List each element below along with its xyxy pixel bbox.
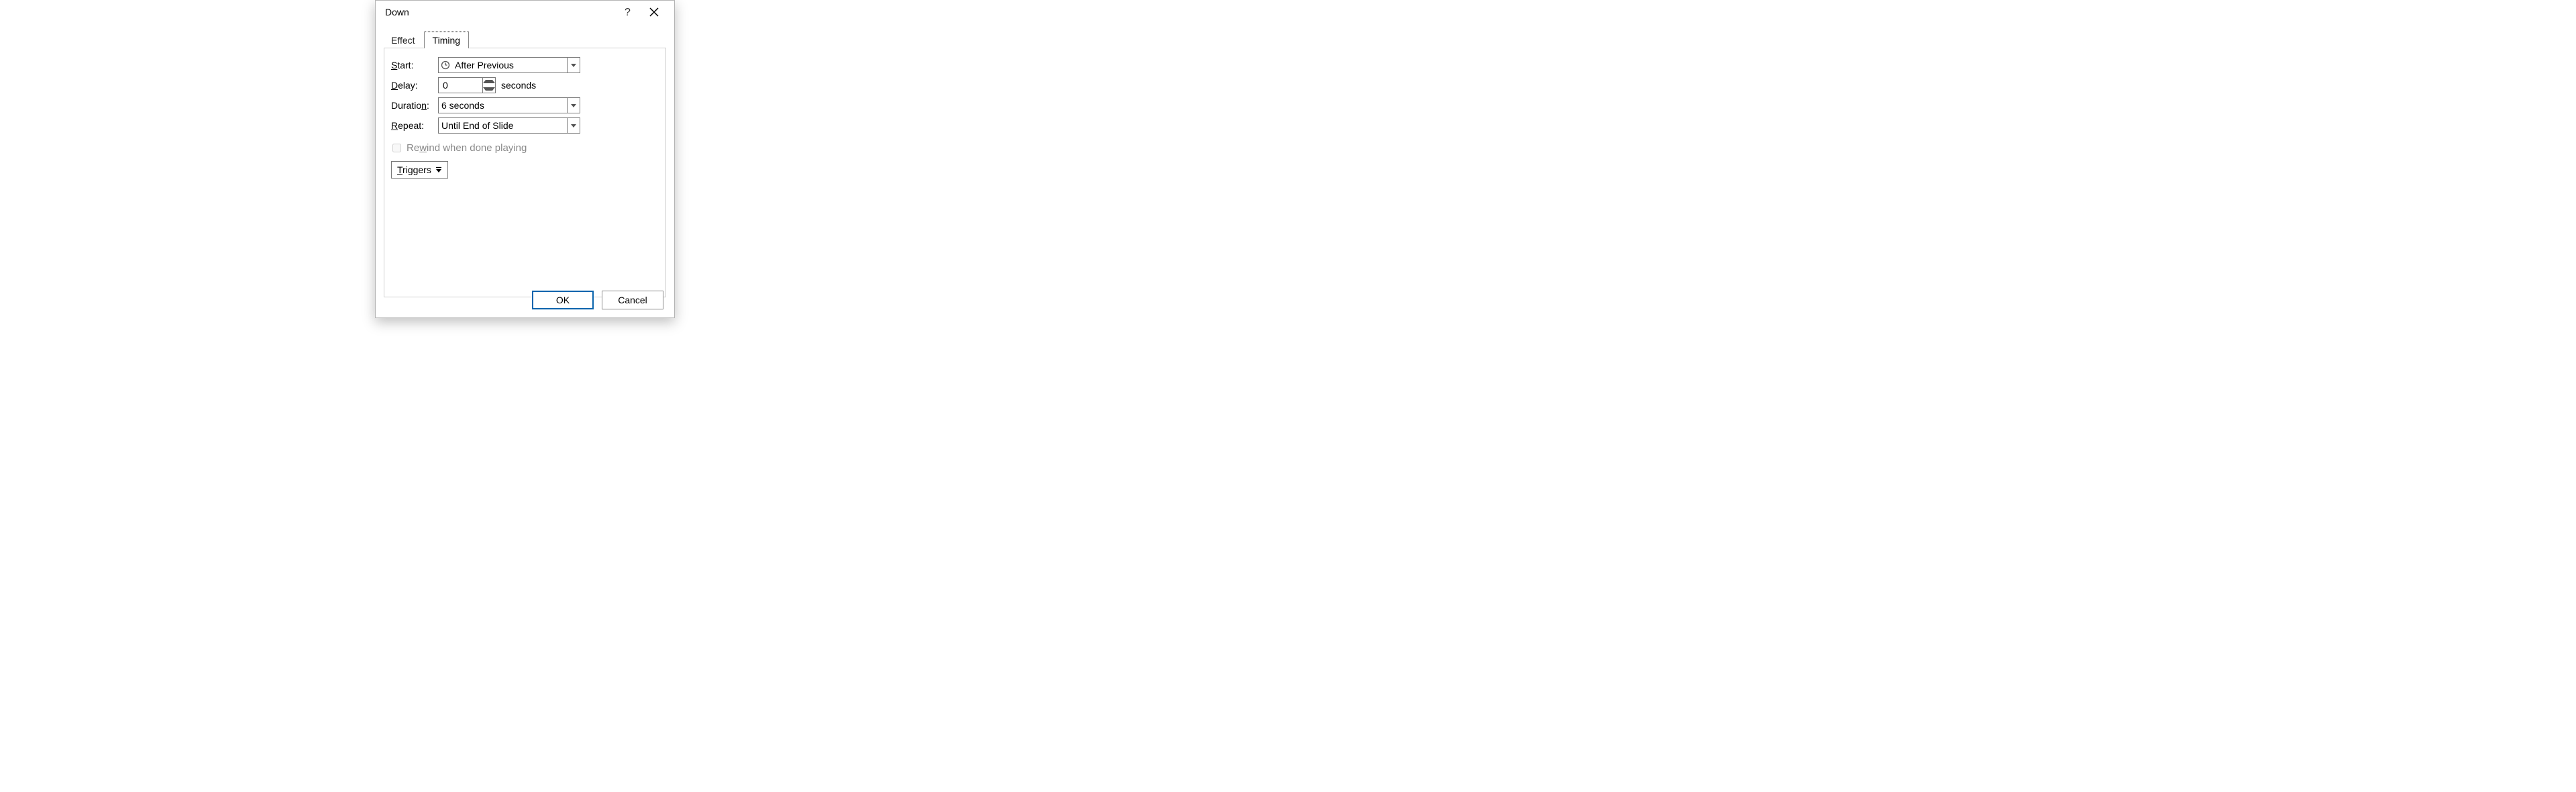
rewind-checkbox xyxy=(392,144,401,152)
delay-spinner[interactable]: 0 xyxy=(438,77,496,93)
chevron-down-icon[interactable] xyxy=(567,118,580,133)
svg-text:?: ? xyxy=(625,7,631,18)
titlebar: Down ? xyxy=(376,1,674,23)
tab-effect[interactable]: Effect xyxy=(382,32,424,48)
dialog-title: Down xyxy=(385,7,614,17)
start-value: After Previous xyxy=(452,60,567,70)
start-dropdown[interactable]: After Previous xyxy=(438,57,580,73)
label-start: Start: xyxy=(391,60,438,70)
spin-down-icon[interactable] xyxy=(483,85,495,93)
button-bar: OK Cancel xyxy=(532,291,663,309)
dialog-down: Down ? Effect Timing Start: After Previo… xyxy=(375,0,675,318)
label-duration: Duration: xyxy=(391,100,438,111)
duration-value: 6 seconds xyxy=(439,100,567,111)
ok-button[interactable]: OK xyxy=(532,291,594,309)
label-repeat: Repeat: xyxy=(391,120,438,131)
clock-icon xyxy=(439,60,452,70)
tab-strip: Effect Timing xyxy=(376,29,674,48)
spin-up-icon[interactable] xyxy=(483,78,495,85)
duration-dropdown[interactable]: 6 seconds xyxy=(438,97,580,113)
rewind-label: Rewind when done playing xyxy=(407,142,527,154)
chevron-down-icon[interactable] xyxy=(567,98,580,113)
spin-buttons[interactable] xyxy=(482,78,495,93)
repeat-dropdown[interactable]: Until End of Slide xyxy=(438,117,580,134)
close-button[interactable] xyxy=(641,1,667,23)
help-button[interactable]: ? xyxy=(614,1,641,23)
repeat-value: Until End of Slide xyxy=(439,120,567,131)
label-delay: Delay: xyxy=(391,80,438,91)
rewind-row: Rewind when done playing xyxy=(391,138,659,157)
tab-timing[interactable]: Timing xyxy=(424,32,470,48)
triggers-label: Triggers xyxy=(397,164,431,175)
delay-value: 0 xyxy=(439,80,482,91)
cancel-button[interactable]: Cancel xyxy=(602,291,663,309)
timing-panel: Start: After Previous Delay: 0 seconds xyxy=(384,48,666,297)
triggers-button[interactable]: Triggers xyxy=(391,161,448,179)
chevron-down-icon[interactable] xyxy=(567,58,580,72)
label-seconds: seconds xyxy=(501,80,536,91)
dropdown-icon xyxy=(435,164,442,175)
